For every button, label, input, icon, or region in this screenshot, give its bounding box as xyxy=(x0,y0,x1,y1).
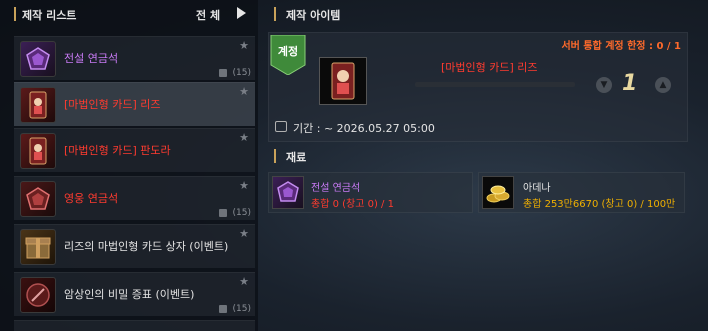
material-slot[interactable]: 전설 연금석 총합 0 (창고 0) / 1 xyxy=(268,172,473,213)
calendar-icon xyxy=(275,121,287,132)
favorite-star-icon[interactable]: ★ xyxy=(239,39,249,52)
item-count: (15) xyxy=(232,304,251,314)
filter-dropdown[interactable]: 전 체 xyxy=(196,7,220,23)
list-item[interactable] xyxy=(14,320,255,331)
play-arrow-icon[interactable] xyxy=(237,7,246,19)
list-item[interactable]: [마법인형 카드] 리즈 ★ xyxy=(14,82,255,126)
materials-title: 재료 xyxy=(286,151,307,164)
doll-card-icon xyxy=(20,133,56,169)
list-item[interactable]: 암상인의 비밀 증표 (이벤트) ★ (15) xyxy=(14,272,255,316)
craft-item-panel: 제작 아이템 계정 서버 통합 계정 한정 : 0 / 1 [마법인형 카드] … xyxy=(262,0,708,331)
header-accent xyxy=(274,7,276,21)
increase-button[interactable]: ▲ xyxy=(655,77,671,93)
craft-item-title: 제작 아이템 xyxy=(286,9,341,22)
craft-progress-bar xyxy=(415,82,575,87)
account-badge-label: 계정 xyxy=(277,45,299,58)
hero-stone-icon xyxy=(20,181,56,217)
card-box-icon xyxy=(20,229,56,265)
adena-coins-icon xyxy=(482,176,514,209)
header-accent xyxy=(14,7,16,21)
period-text: 기간 : ~ 2026.05.27 05:00 xyxy=(293,122,435,135)
header-accent xyxy=(274,149,276,163)
item-count: (15) xyxy=(232,68,251,78)
account-limit-text: 서버 통합 계정 한정 : 0 / 1 xyxy=(561,41,681,52)
list-item[interactable]: 영웅 연금석 ★ (15) xyxy=(14,176,255,220)
item-name: 전설 연금석 xyxy=(64,52,119,65)
favorite-star-icon[interactable]: ★ xyxy=(239,179,249,192)
item-detail-box: 계정 서버 통합 계정 한정 : 0 / 1 [마법인형 카드] 리즈 ▼ 1 … xyxy=(268,32,688,142)
legend-stone-icon xyxy=(272,176,304,209)
favorite-star-icon[interactable]: ★ xyxy=(239,85,249,98)
storage-icon xyxy=(219,69,227,77)
material-detail: 총합 0 (창고 0) / 1 xyxy=(311,199,394,210)
craft-list-panel: 제작 리스트 전 체 전설 연금석 ★ (15) [마법인형 카드] 리즈 ★ … xyxy=(0,0,258,331)
storage-icon xyxy=(219,209,227,217)
quantity-value: 1 xyxy=(622,71,638,96)
material-slot[interactable]: 아데나 총합 253만6670 (창고 0) / 100만 xyxy=(478,172,685,213)
storage-icon xyxy=(219,305,227,313)
material-name: 아데나 xyxy=(523,183,551,194)
item-count: (15) xyxy=(232,208,251,218)
doll-card-icon xyxy=(319,57,367,105)
legend-stone-icon xyxy=(20,41,56,77)
secret-token-icon xyxy=(20,277,56,313)
item-name: [마법인형 카드] 리즈 xyxy=(441,61,538,74)
item-name: 리즈의 마법인형 카드 상자 (이벤트) xyxy=(64,240,229,253)
favorite-star-icon[interactable]: ★ xyxy=(239,227,249,240)
account-badge: 계정 xyxy=(269,34,307,76)
favorite-star-icon[interactable]: ★ xyxy=(239,131,249,144)
list-item[interactable]: [마법인형 카드] 판도라 ★ xyxy=(14,128,255,172)
craft-list-title: 제작 리스트 xyxy=(22,9,77,22)
item-name: [마법인형 카드] 판도라 xyxy=(64,144,171,157)
material-name: 전설 연금석 xyxy=(311,183,361,194)
doll-card-icon xyxy=(20,87,56,123)
item-name: 영웅 연금석 xyxy=(64,192,119,205)
favorite-star-icon[interactable]: ★ xyxy=(239,275,249,288)
list-item[interactable]: 전설 연금석 ★ (15) xyxy=(14,36,255,80)
list-item[interactable]: 리즈의 마법인형 카드 상자 (이벤트) ★ xyxy=(14,224,255,268)
decrease-button[interactable]: ▼ xyxy=(596,77,612,93)
item-name: 암상인의 비밀 증표 (이벤트) xyxy=(64,288,195,301)
item-name: [마법인형 카드] 리즈 xyxy=(64,98,161,111)
material-detail: 총합 253만6670 (창고 0) / 100만 xyxy=(523,199,676,210)
